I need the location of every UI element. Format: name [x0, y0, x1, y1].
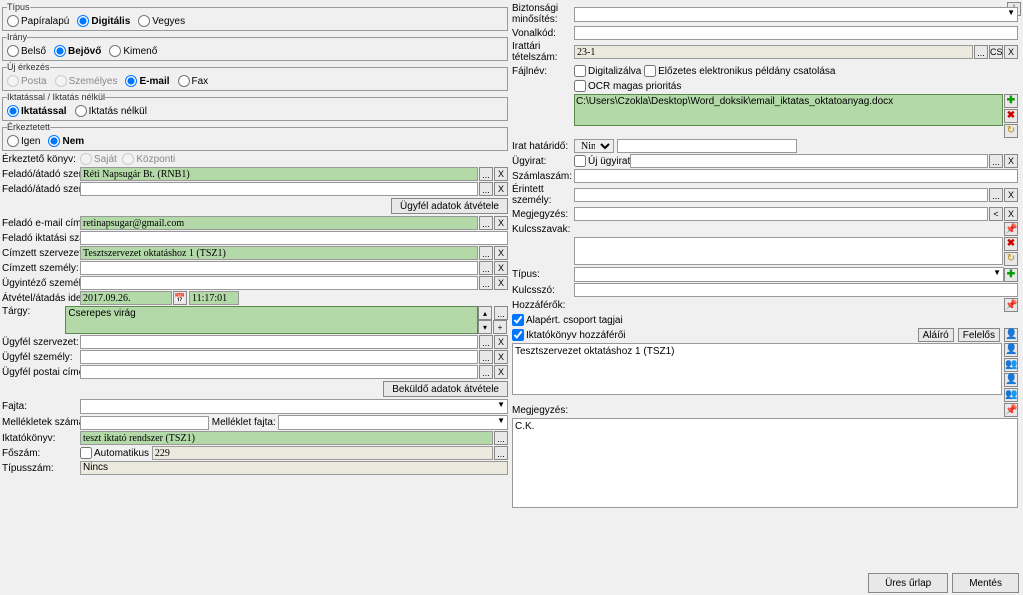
ugyfel-adatok-btn[interactable]: Ügyfél adatok átvétele: [391, 198, 508, 214]
felado-ikt-input[interactable]: [80, 231, 508, 245]
erintett-input[interactable]: [574, 188, 988, 202]
vonalkod-input[interactable]: [574, 26, 1018, 40]
tipus-legend: Típus: [7, 2, 30, 12]
file-remove-icon[interactable]: ✖: [1004, 109, 1018, 123]
ures-urlap-btn[interactable]: Üres űrlap: [868, 573, 948, 593]
targy-down[interactable]: ▾: [478, 320, 492, 334]
ugyirat-input[interactable]: [630, 154, 988, 168]
irany-fieldset: Irány Belső Bejövő Kimenő: [2, 32, 508, 61]
tipus-fieldset: Típus Papíralapú Digitális Vegyes: [2, 2, 508, 31]
fajta-select[interactable]: [80, 399, 508, 414]
file-refresh-icon[interactable]: ↻: [1004, 124, 1018, 138]
irathat-input[interactable]: [617, 139, 797, 153]
ikt-legend: Iktatással / Iktatás nélkül: [7, 92, 105, 102]
megjegyzes-area[interactable]: C.K.: [512, 418, 1018, 508]
erk-igen[interactable]: Igen: [7, 135, 40, 147]
felado-szerv-dots[interactable]: ...: [479, 167, 493, 181]
hozza-user1-icon[interactable]: 👤: [1004, 328, 1018, 342]
filepath-box[interactable]: C:\Users\Czokla\Desktop\Word_doksik\emai…: [574, 94, 1003, 126]
szamlaszam-input[interactable]: [574, 169, 1018, 183]
erk-legend: Érkeztetett: [7, 122, 50, 132]
cimzett-szem-input[interactable]: [80, 261, 478, 275]
ugyfel-cim-input[interactable]: [80, 365, 478, 379]
felado-email-input[interactable]: [80, 216, 478, 230]
hozza-icon-3[interactable]: 👤: [1004, 373, 1018, 387]
hozza-pin-icon[interactable]: 📌: [1004, 298, 1018, 312]
uterk-fax[interactable]: Fax: [178, 75, 209, 87]
ugyintezo-input[interactable]: [80, 276, 478, 290]
hozza-icon-1[interactable]: 👤: [1004, 343, 1018, 357]
irattar-input[interactable]: [574, 45, 973, 59]
file-add-icon[interactable]: ✚: [1004, 94, 1018, 108]
tipus-digitalis[interactable]: Digitális: [77, 15, 130, 27]
uterk-fieldset: Új érkezés Posta Személyes E-mail Fax: [2, 62, 508, 91]
irany-belso[interactable]: Belső: [7, 45, 46, 57]
uterk-szemelyes: Személyes: [55, 75, 118, 87]
kulcsszavak-area[interactable]: [574, 237, 1003, 265]
uterk-email[interactable]: E-mail: [125, 75, 169, 87]
automatikus-chk: [80, 447, 92, 459]
date-picker-icon[interactable]: 📅: [173, 291, 187, 305]
kulcs-refresh-icon[interactable]: ↻: [1004, 252, 1018, 266]
hozza-list[interactable]: Tesztszervezet oktatáshoz 1 (TSZ1): [512, 343, 1002, 395]
irathat-select[interactable]: Nincs: [574, 139, 614, 153]
tipus2-select[interactable]: [574, 267, 1004, 282]
ikt-iktatassal[interactable]: Iktatással: [7, 105, 67, 117]
erk-nem[interactable]: Nem: [48, 135, 84, 147]
tipus-papir[interactable]: Papíralapú: [7, 15, 69, 27]
konyv-label: Érkeztető könyv:: [2, 154, 80, 165]
bizt-select[interactable]: [574, 7, 1018, 22]
targy-up[interactable]: ▴: [478, 306, 492, 320]
ugyfel-szerv-input[interactable]: [80, 335, 478, 349]
uterk-legend: Új érkezés: [7, 62, 50, 72]
ugyfel-szem-input[interactable]: [80, 350, 478, 364]
ikt-fieldset: Iktatással / Iktatás nélkül Iktatással I…: [2, 92, 508, 121]
targy-plus[interactable]: +: [493, 320, 507, 334]
irany-legend: Irány: [7, 32, 27, 42]
mentes-btn[interactable]: Mentés: [952, 573, 1019, 593]
kulcs-pin-icon[interactable]: 📌: [1004, 222, 1018, 236]
tipusszam-display: Nincs: [80, 461, 508, 475]
felado-szerv-x[interactable]: X: [494, 167, 508, 181]
kulcsszo-input[interactable]: [574, 283, 1018, 297]
atvetel-date[interactable]: [80, 291, 172, 305]
megj-pin-icon[interactable]: 📌: [1004, 403, 1018, 417]
targy-textarea[interactable]: Cserepes virág: [65, 306, 478, 334]
kulcs-remove-icon[interactable]: ✖: [1004, 237, 1018, 251]
mellekletek-input[interactable]: [80, 416, 209, 430]
felado-szerv-input[interactable]: [80, 167, 478, 181]
irattar-x[interactable]: X: [1004, 45, 1018, 59]
uterk-posta: Posta: [7, 75, 47, 87]
felado-szem-input[interactable]: [80, 182, 478, 196]
melleklet-fajta-select[interactable]: [278, 415, 508, 430]
bekuld-adatok-btn[interactable]: Beküldő adatok átvétele: [383, 381, 508, 397]
irany-bejovo[interactable]: Bejövő: [54, 45, 101, 57]
cs-btn[interactable]: CS: [989, 45, 1003, 59]
iktatokonyv-input[interactable]: [80, 431, 493, 445]
irany-kimeno[interactable]: Kimenő: [109, 45, 157, 57]
alairo-btn[interactable]: Aláíró: [918, 328, 954, 342]
erk-fieldset: Érkeztetett Igen Nem: [2, 122, 508, 151]
atvetel-time[interactable]: [189, 291, 239, 305]
hozza-icon-2[interactable]: 👥: [1004, 358, 1018, 372]
hozza-icon-4[interactable]: 👥: [1004, 388, 1018, 402]
megj-input[interactable]: [574, 207, 988, 221]
foszam-input[interactable]: [152, 446, 493, 460]
felelos-btn[interactable]: Felelős: [958, 328, 1000, 342]
tipus-add-icon[interactable]: ✚: [1004, 268, 1018, 282]
cimzett-szerv-input[interactable]: [80, 246, 478, 260]
ikt-nelkul[interactable]: Iktatás nélkül: [75, 105, 147, 117]
tipus-vegyes[interactable]: Vegyes: [138, 15, 185, 27]
